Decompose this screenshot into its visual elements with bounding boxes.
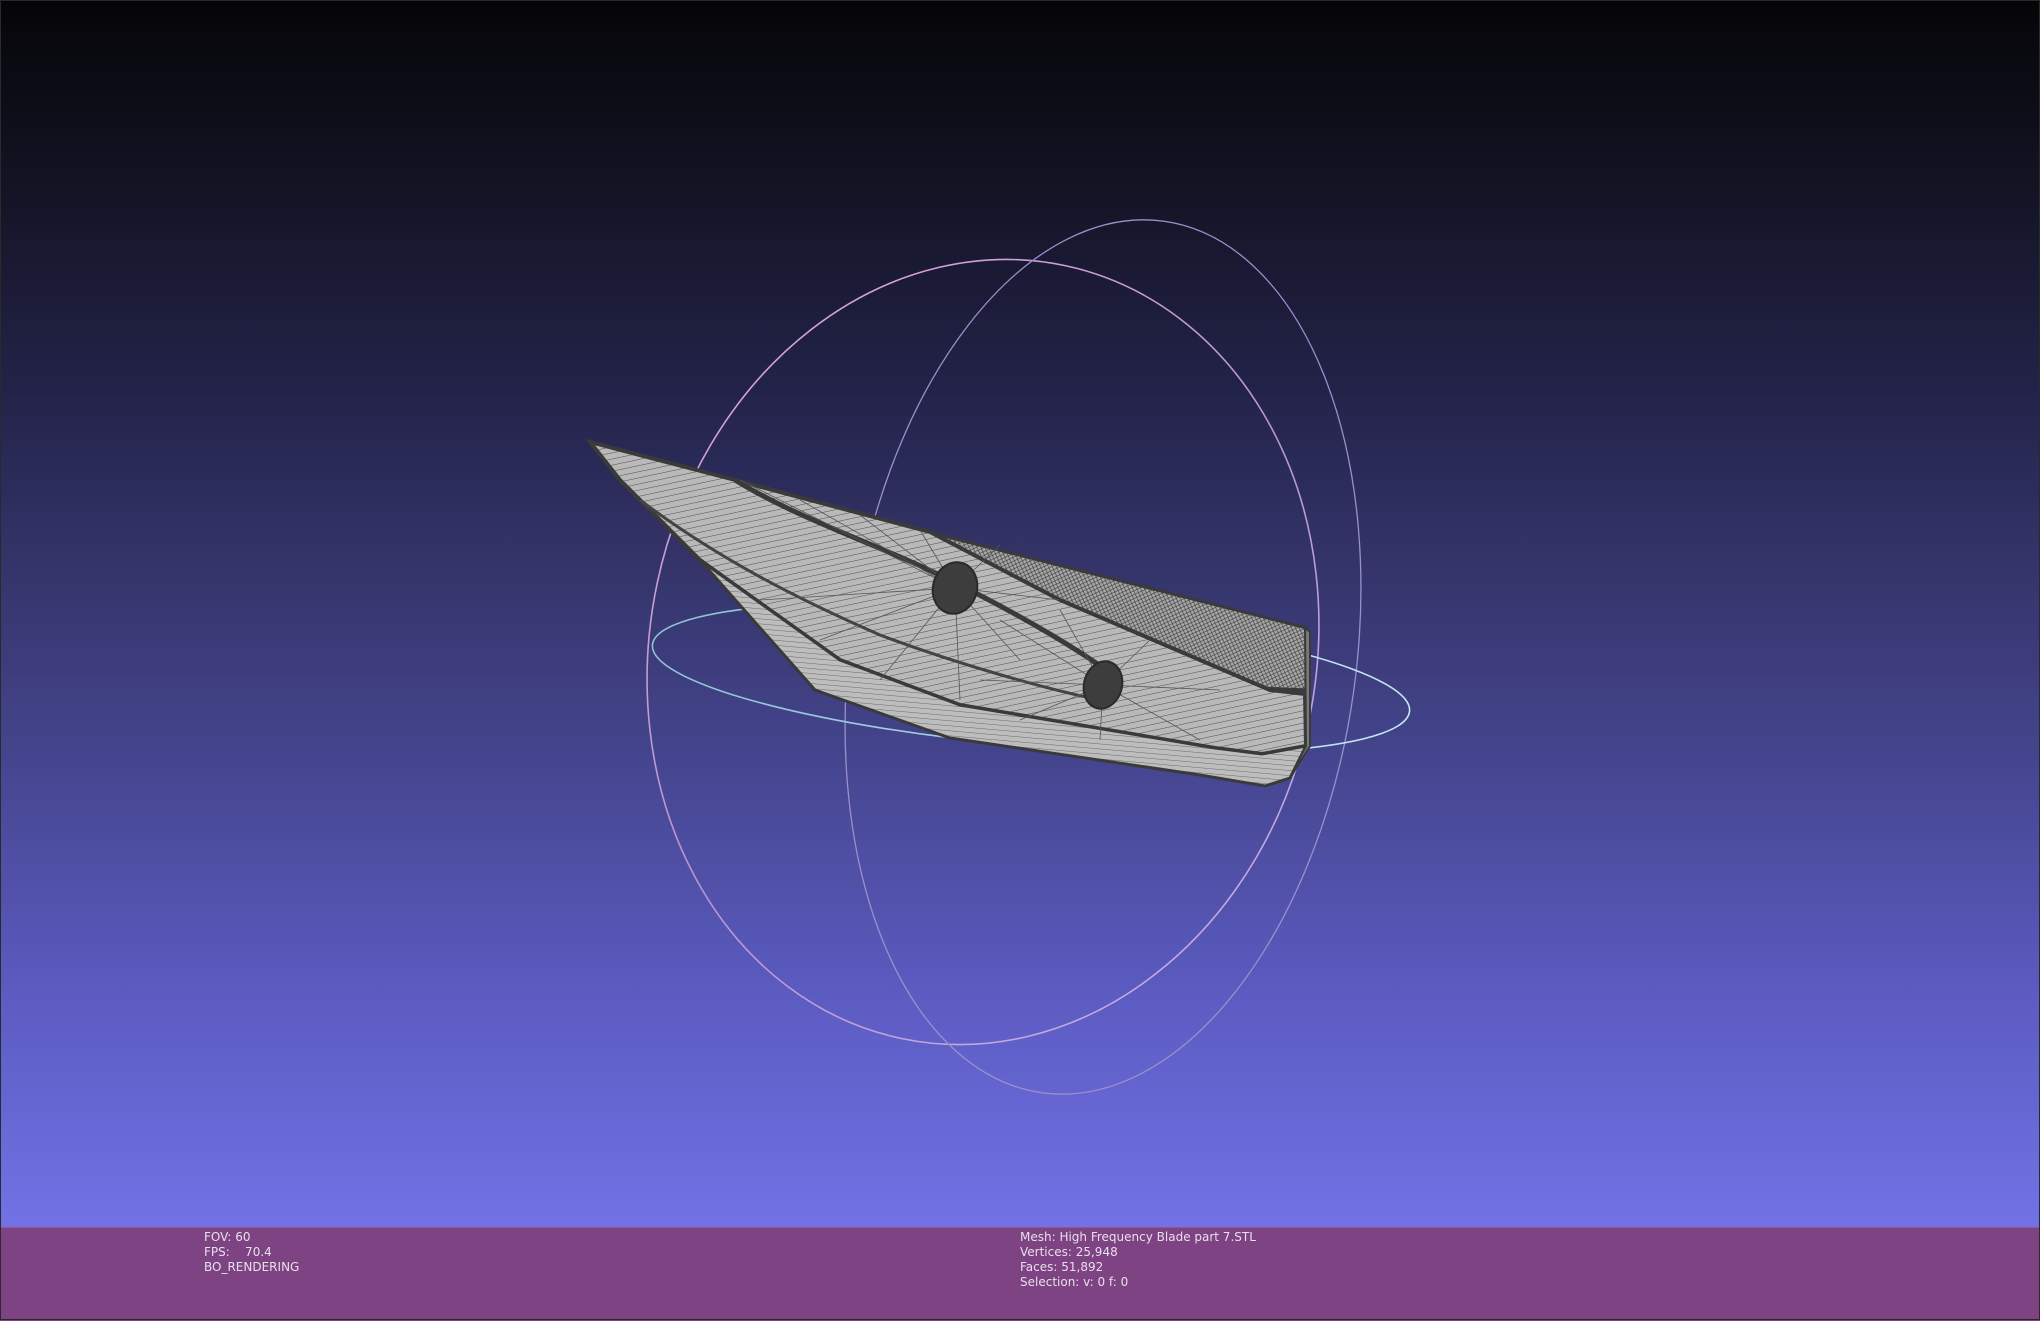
scene-canvas[interactable]: [0, 0, 2040, 1227]
fov-label: FOV: 60: [204, 1230, 251, 1244]
status-info-bar: FOV: 60 FPS: 70.4 BO_RENDERING Mesh: Hig…: [0, 1227, 2040, 1321]
vertices-label: Vertices: 25,948: [1020, 1245, 1118, 1259]
fps-label: FPS: 70.4: [204, 1245, 272, 1259]
render-mode-label: BO_RENDERING: [204, 1260, 300, 1274]
faces-label: Faces: 51,892: [1020, 1260, 1104, 1274]
render-info: FOV: 60 FPS: 70.4 BO_RENDERING: [204, 1230, 299, 1275]
mesh-info: Mesh: High Frequency Blade part 7.STL Ve…: [1020, 1230, 1256, 1290]
selection-label: Selection: v: 0 f: 0: [1020, 1275, 1129, 1289]
blade-mesh[interactable]: [584, 438, 1311, 788]
mesh-name-label: Mesh: High Frequency Blade part 7.STL: [1020, 1230, 1256, 1244]
3d-viewport[interactable]: [0, 0, 2040, 1227]
